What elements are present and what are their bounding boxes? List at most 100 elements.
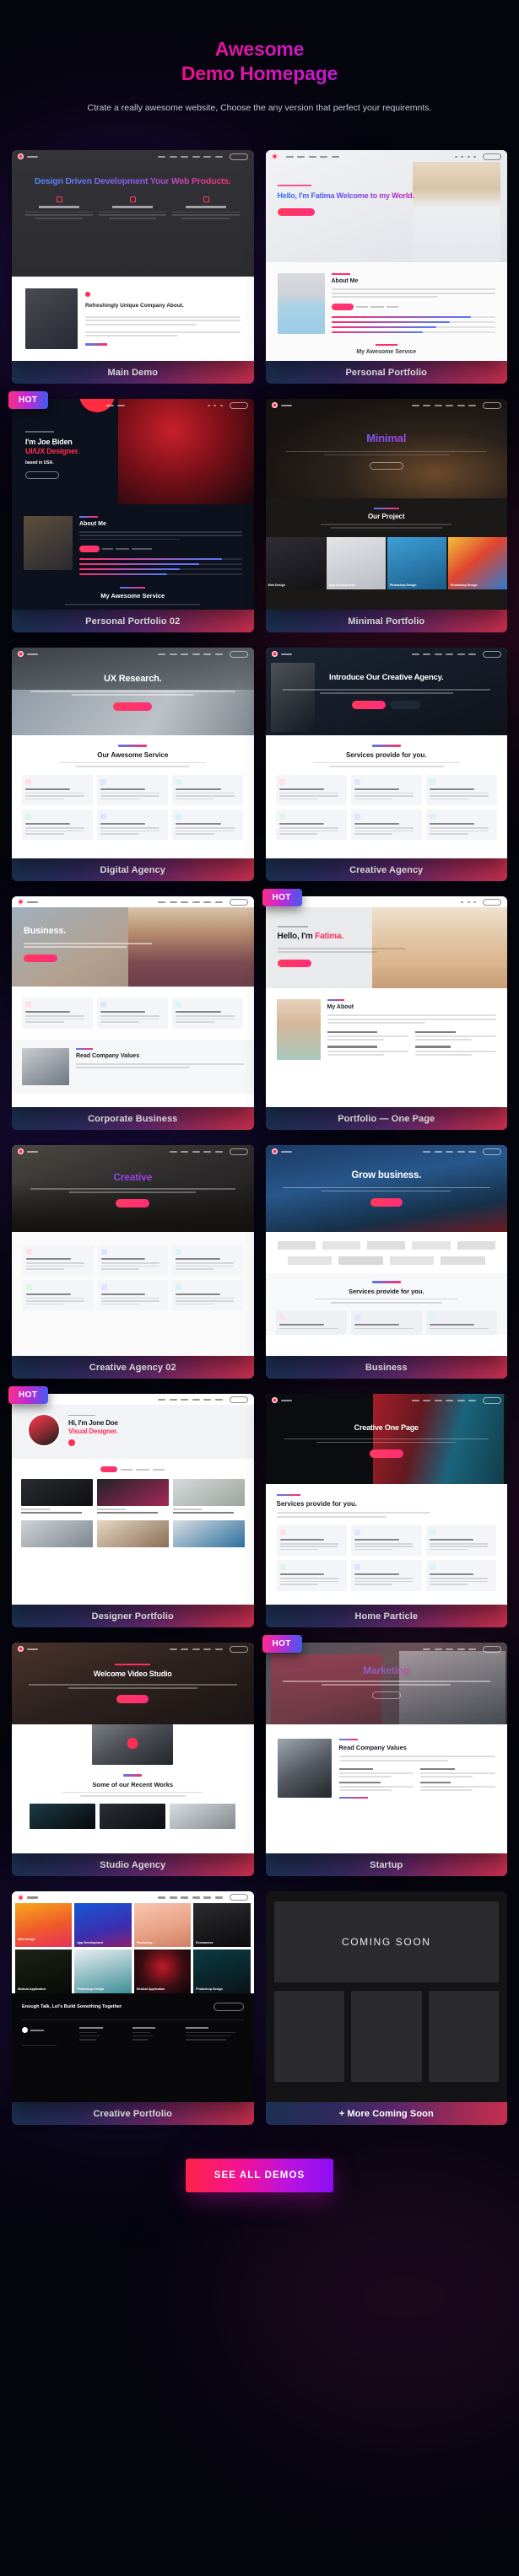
page-subtitle: Ctrate a really awesome website, Choose … xyxy=(87,102,432,113)
coming-soon-placeholder: COMING SOON xyxy=(265,1891,507,2103)
demo-thumbnail[interactable]: Creative One Page Services provide for y… xyxy=(265,1394,507,1605)
coming-soon-placeholder-row xyxy=(273,1991,499,2083)
demo-thumbnail[interactable]: Business. Read Company Values xyxy=(12,896,254,1108)
demo-card-studio-agency[interactable]: Welcome Video Studio Some of our Recent … xyxy=(12,1643,254,1877)
demo-thumbnail[interactable]: Marketing Read Company Values xyxy=(265,1643,507,1854)
thumbnail-art: Creative One Page Services provide for y… xyxy=(265,1394,507,1605)
thumb-section-title: About Me xyxy=(331,278,359,285)
thumb-hero-title: Hi, I'm Jone Doe xyxy=(68,1419,118,1428)
demo-card-startup[interactable]: HOT Marketing Read Company Values Startu… xyxy=(262,1635,507,1877)
thumb-hero-title: Business. xyxy=(24,926,67,937)
demo-label[interactable]: Business xyxy=(265,1356,507,1379)
thumbnail-art: Design Driven Development Your Web Produ… xyxy=(12,150,254,362)
demo-label[interactable]: Creative Portfolio xyxy=(12,2102,254,2126)
demo-label[interactable]: Designer Portfolio xyxy=(12,1605,254,1628)
thumb-section-title-2: My Awesome Service xyxy=(100,592,165,600)
site-logo-icon xyxy=(271,402,278,409)
demo-label[interactable]: Studio Agency xyxy=(12,1853,254,1877)
demo-label[interactable]: Home Particle xyxy=(265,1605,507,1628)
demo-card-minimal-portfolio[interactable]: Minimal Our Project Web Design App Devel… xyxy=(265,399,507,633)
thumbnail-art: Hello, I'm Fatima. My About xyxy=(265,896,507,1108)
page-title-line-2: Demo Homepage xyxy=(181,62,338,85)
thumb-hero-title: Grow business. xyxy=(351,1170,422,1181)
thumbnail-art: Creative xyxy=(12,1145,254,1357)
demo-label[interactable]: Personal Portfolio xyxy=(265,361,507,385)
thumb-hero-title: Welcome Video Studio xyxy=(93,1669,172,1678)
coming-soon-box xyxy=(273,1991,344,2083)
project-label: App Development xyxy=(328,583,355,587)
thumbnail-art: Grow business. Services provide for you. xyxy=(265,1145,507,1357)
demo-card-creative-agency[interactable]: Introduce Our Creative Agency. Services … xyxy=(265,648,507,882)
thumb-section-title: Our Project xyxy=(367,513,405,521)
thumb-section-title: Services provide for you. xyxy=(348,1287,424,1295)
thumbnail-art: Introduce Our Creative Agency. Services … xyxy=(265,648,507,859)
thumb-section-title: Refreshingly Unique Company About. xyxy=(85,303,184,309)
demo-thumbnail[interactable]: Hello, I'm Fatima. My About xyxy=(265,896,507,1108)
hot-badge: HOT xyxy=(262,889,302,907)
hot-badge: HOT xyxy=(8,391,49,410)
project-label: Photoshop Design xyxy=(450,583,478,587)
demo-thumbnail[interactable]: Welcome Video Studio Some of our Recent … xyxy=(12,1643,254,1854)
demo-showcase-page: Awesome Demo Homepage Ctrate a really aw… xyxy=(0,0,519,2231)
demo-card-portfolio-one-page[interactable]: HOT Hello, I'm Fatima. My About Portfoli… xyxy=(262,889,507,1131)
demo-label[interactable]: Main Demo xyxy=(12,361,254,385)
demo-label[interactable]: Minimal Portfolio xyxy=(265,610,507,633)
demo-card-home-particle[interactable]: Creative One Page Services provide for y… xyxy=(265,1394,507,1628)
demo-card-personal-portfolio-02[interactable]: HOT I'm Joe Biden UI/UX Designer. based … xyxy=(8,391,254,633)
demo-thumbnail[interactable]: Grow business. Services provide for you. xyxy=(265,1145,507,1357)
demo-thumbnail[interactable]: Creative xyxy=(12,1145,254,1357)
demo-card-creative-agency-02[interactable]: Creative Creative Agency 02 xyxy=(12,1145,254,1379)
hot-badge: HOT xyxy=(8,1386,49,1405)
demo-thumbnail[interactable]: Introduce Our Creative Agency. Services … xyxy=(265,648,507,859)
demo-card-personal-portfolio[interactable]: Hello, I'm Fatima Welcome to my World. A… xyxy=(265,150,507,385)
site-logo-icon xyxy=(18,1148,24,1155)
demo-thumbnail[interactable]: Hi, I'm Jone Doe Visual Designer. xyxy=(12,1394,254,1605)
demo-card-corporate-business[interactable]: Business. Read Company Values Corporate … xyxy=(12,896,254,1131)
see-all-demos-button[interactable]: SEE ALL DEMOS xyxy=(185,2159,334,2193)
demo-card-digital-agency[interactable]: UX Research. Our Awesome Service Digital… xyxy=(12,648,254,882)
demo-card-creative-portfolio[interactable]: Web Design App Development Photoshop Eco… xyxy=(12,1891,254,2126)
demo-label[interactable]: Digital Agency xyxy=(12,858,254,882)
demo-label[interactable]: Personal Portfolio 02 xyxy=(12,610,254,633)
thumb-section-title: Read Company Values xyxy=(338,1744,407,1752)
demo-label[interactable]: Creative Agency 02 xyxy=(12,1356,254,1379)
demo-label[interactable]: + More Coming Soon xyxy=(265,2102,507,2126)
thumbnail-art: Web Design App Development Photoshop Eco… xyxy=(12,1891,254,2103)
project-label: Web Design xyxy=(268,583,286,587)
demo-thumbnail[interactable]: UX Research. Our Awesome Service xyxy=(12,648,254,859)
cta-section: SEE ALL DEMOS xyxy=(12,2133,507,2231)
demo-thumbnail[interactable]: I'm Joe Biden UI/UX Designer. based in U… xyxy=(12,399,254,610)
demo-label[interactable]: Portfolio — One Page xyxy=(265,1107,507,1131)
site-logo-icon xyxy=(18,899,24,906)
demo-card-designer-portfolio[interactable]: HOT Hi, I'm Jone Doe Visual Designer. De… xyxy=(8,1386,254,1628)
demo-thumbnail[interactable]: Hello, I'm Fatima Welcome to my World. A… xyxy=(265,150,507,362)
thumb-hero-accent: UI/UX Designer. xyxy=(25,447,80,456)
page-header: Awesome Demo Homepage Ctrate a really aw… xyxy=(12,0,507,125)
demo-thumbnail[interactable]: Design Driven Development Your Web Produ… xyxy=(12,150,254,362)
demo-thumbnail[interactable]: Minimal Our Project Web Design App Devel… xyxy=(265,399,507,610)
site-logo-icon xyxy=(271,153,278,160)
thumb-hero-sub: based in USA. xyxy=(25,460,54,465)
demo-grid: Design Driven Development Your Web Produ… xyxy=(8,150,507,2133)
thumb-hero-title-text: Hello, I'm xyxy=(277,932,313,942)
thumb-section-title: My About xyxy=(327,1004,354,1011)
demo-thumbnail[interactable]: Web Design App Development Photoshop Eco… xyxy=(12,1891,254,2103)
coming-soon-banner: COMING SOON xyxy=(273,1901,499,1983)
thumbnail-art: Minimal Our Project Web Design App Devel… xyxy=(265,399,507,610)
thumb-hero-title: Hello, I'm Fatima. xyxy=(278,932,406,943)
thumb-hero-accent: Fatima. xyxy=(315,932,343,942)
demo-label[interactable]: Creative Agency xyxy=(265,858,507,882)
page-title: Awesome Demo Homepage xyxy=(12,37,507,87)
site-logo-icon xyxy=(18,651,24,658)
thumb-section-title: Services provide for you. xyxy=(345,750,427,759)
demo-label[interactable]: Startup xyxy=(265,1853,507,1877)
demo-thumbnail[interactable]: COMING SOON xyxy=(265,1891,507,2103)
coming-soon-box xyxy=(428,1991,499,2083)
thumb-section-title: Our Awesome Service xyxy=(97,750,169,759)
demo-card-more-coming-soon[interactable]: COMING SOON + More Coming Soon xyxy=(265,1891,507,2126)
demo-label[interactable]: Corporate Business xyxy=(12,1107,254,1131)
site-logo-icon xyxy=(18,1646,24,1653)
demo-card-business[interactable]: Grow business. Services provide for you.… xyxy=(265,1145,507,1379)
demo-card-main-demo[interactable]: Design Driven Development Your Web Produ… xyxy=(12,150,254,385)
site-logo-icon xyxy=(18,153,24,160)
